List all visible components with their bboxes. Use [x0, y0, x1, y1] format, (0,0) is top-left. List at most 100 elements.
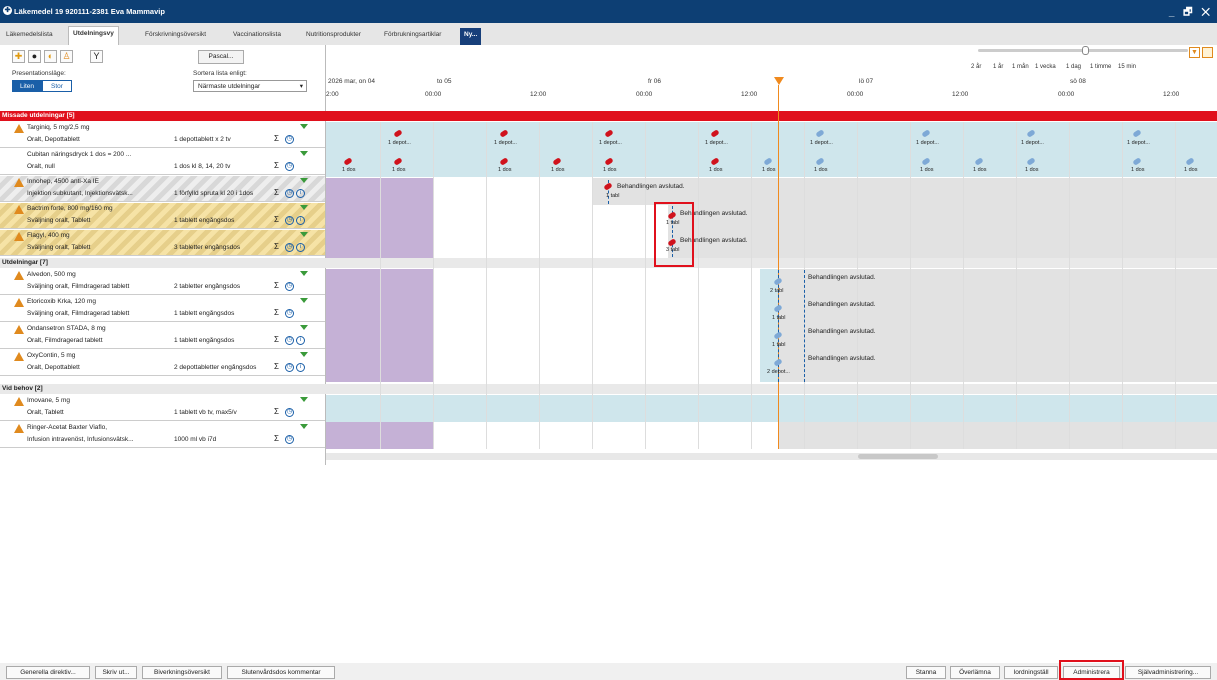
- info-icon[interactable]: i: [296, 216, 305, 225]
- tab-lakemedelslista[interactable]: Läkemedelslista: [2, 28, 57, 45]
- hour-label: 00:00: [1058, 91, 1075, 98]
- sum-icon[interactable]: Σ: [274, 434, 279, 443]
- sum-icon[interactable]: Σ: [274, 134, 279, 143]
- section-missade: Missade utdelningar [5]: [0, 111, 1217, 121]
- clock-icon[interactable]: ◷: [285, 435, 294, 444]
- clock-icon[interactable]: ◷: [285, 243, 294, 252]
- clock-icon[interactable]: ◷: [285, 309, 294, 318]
- pills-icon[interactable]: ●: [28, 50, 41, 63]
- expand-icon[interactable]: [300, 397, 308, 402]
- clock-icon[interactable]: ◷: [285, 282, 294, 291]
- add-icon[interactable]: ✚: [12, 50, 25, 63]
- med-row-etoricoxib[interactable]: Etoricoxib Krka, 120 mg Sväljning oralt,…: [0, 296, 325, 322]
- sum-icon[interactable]: Σ: [274, 188, 279, 197]
- calendar-icon[interactable]: [1202, 47, 1213, 58]
- zoom-label[interactable]: 1 vecka: [1035, 64, 1056, 70]
- med-row-ondansetron[interactable]: Ondansetron STADA, 8 mg Oralt, Filmdrage…: [0, 323, 325, 349]
- sum-icon[interactable]: Σ: [274, 335, 279, 344]
- clock-icon[interactable]: ◷: [285, 189, 294, 198]
- scrollbar-thumb[interactable]: [858, 454, 938, 459]
- dose-label: 1 dos: [1025, 167, 1039, 173]
- window-controls[interactable]: _ 🗗 ✕: [1169, 5, 1213, 22]
- med-row-targiniq[interactable]: Targiniq, 5 mg/2,5 mg Oralt, Depottablet…: [0, 122, 325, 148]
- med-dose: 1 tablett engångsdos: [174, 337, 235, 344]
- expand-icon[interactable]: [300, 178, 308, 183]
- tab-utdelningsvy[interactable]: Utdelningsvy: [68, 26, 119, 45]
- med-dose: 1000 ml vb i7d: [174, 436, 217, 443]
- med-row-imovane[interactable]: Imovane, 5 mg Oralt, Tablett 1 tablett v…: [0, 395, 325, 421]
- dose-label: 2 tabl: [770, 288, 784, 294]
- sum-icon[interactable]: Σ: [274, 281, 279, 290]
- info-icon[interactable]: i: [296, 363, 305, 372]
- presentation-label: Presentationsläge:: [12, 70, 66, 77]
- sum-icon[interactable]: Σ: [274, 362, 279, 371]
- med-row-alvedon[interactable]: Alvedon, 500 mg Sväljning oralt, Filmdra…: [0, 269, 325, 295]
- expand-icon[interactable]: [300, 325, 308, 330]
- expand-icon[interactable]: [300, 205, 308, 210]
- tab-nutritionsprodukter[interactable]: Nutritionsprodukter: [302, 28, 365, 45]
- med-row-ringer[interactable]: Ringer-Acetat Baxter Viaflo, Infusion in…: [0, 422, 325, 448]
- info-icon[interactable]: i: [296, 336, 305, 345]
- zoom-label[interactable]: 1 dag: [1066, 64, 1081, 70]
- zoom-slider-handle[interactable]: [1082, 46, 1089, 55]
- liten-toggle[interactable]: Liten: [12, 80, 42, 92]
- info-icon[interactable]: i: [296, 243, 305, 252]
- clock-icon[interactable]: ◷: [285, 363, 294, 372]
- iordningstall-button[interactable]: Iordningställ: [1004, 666, 1058, 679]
- clock-icon[interactable]: ◷: [285, 135, 294, 144]
- tab-vaccinationslista[interactable]: Vaccinationslista: [229, 28, 285, 45]
- stor-toggle[interactable]: Stor: [42, 80, 72, 92]
- expand-icon[interactable]: [300, 232, 308, 237]
- clock-icon[interactable]: ◷: [285, 216, 294, 225]
- generella-direktiv-button[interactable]: Generella direktiv...: [6, 666, 90, 679]
- med-row-flagyl[interactable]: Flagyl, 400 mg Sväljning oralt, Tablett …: [0, 230, 325, 256]
- filter-dropdown-icon[interactable]: ▼: [1189, 47, 1200, 58]
- biverkningsoversikt-button[interactable]: Biverkningsöversikt: [142, 666, 222, 679]
- expand-icon[interactable]: [300, 271, 308, 276]
- clock-icon[interactable]: ◐: [44, 50, 57, 63]
- med-dose: 3 tabletter engångsdos: [174, 244, 241, 251]
- sum-icon[interactable]: Σ: [274, 161, 279, 170]
- zoom-label[interactable]: 2 år: [971, 64, 981, 70]
- zoom-label[interactable]: 15 min: [1118, 64, 1136, 70]
- sum-icon[interactable]: Σ: [274, 215, 279, 224]
- dose-label: 1 dos: [973, 167, 987, 173]
- expand-icon[interactable]: [300, 424, 308, 429]
- sum-icon[interactable]: Σ: [274, 407, 279, 416]
- zoom-label[interactable]: 1 mån: [1012, 64, 1029, 70]
- clock-icon[interactable]: ◷: [285, 162, 294, 171]
- sum-icon[interactable]: Σ: [274, 308, 279, 317]
- tab-forbrukningsartiklar[interactable]: Förbrukningsartiklar: [380, 28, 445, 45]
- expand-icon[interactable]: [300, 298, 308, 303]
- overlamna-button[interactable]: Överlämna: [950, 666, 1000, 679]
- info-icon[interactable]: i: [296, 189, 305, 198]
- slutenvardsdos-kommentar-button[interactable]: Slutenvårdsdos kommentar: [227, 666, 335, 679]
- med-row-cubitan[interactable]: Cubitan näringsdryck 1 dos = 200 ... Ora…: [0, 149, 325, 175]
- grid-line: [698, 122, 699, 449]
- sum-icon[interactable]: Σ: [274, 242, 279, 251]
- clock-icon[interactable]: ◷: [285, 408, 294, 417]
- expand-icon[interactable]: [300, 124, 308, 129]
- pascal-button[interactable]: Pascal...: [198, 50, 244, 64]
- person-icon[interactable]: ♙: [60, 50, 73, 63]
- med-row-oxycontin[interactable]: OxyContin, 5 mg Oralt, Depottablett 2 de…: [0, 350, 325, 376]
- print-button[interactable]: Skriv ut...: [95, 666, 137, 679]
- med-row-bactrim[interactable]: Bactrim forte, 800 mg/160 mg Sväljning o…: [0, 203, 325, 229]
- tab-forskrivningsoversikt[interactable]: Förskrivningsöversikt: [141, 28, 210, 45]
- tab-new[interactable]: Ny...: [460, 28, 482, 45]
- grid-line: [645, 122, 646, 449]
- dose-label: 1 dos: [342, 167, 356, 173]
- filter-icon[interactable]: Y: [90, 50, 103, 63]
- expand-icon[interactable]: [300, 151, 308, 156]
- clock-icon[interactable]: ◷: [285, 336, 294, 345]
- zoom-label[interactable]: 1 timme: [1090, 64, 1111, 70]
- med-row-innohep[interactable]: Innohep, 4500 anti-Xa IE Injektion subku…: [0, 176, 325, 202]
- warning-icon: [14, 397, 24, 406]
- grid-line: [1122, 122, 1123, 449]
- zoom-label[interactable]: 1 år: [993, 64, 1003, 70]
- expand-icon[interactable]: [300, 352, 308, 357]
- sort-select[interactable]: Närmaste utdelningar ▾: [193, 80, 307, 92]
- horizontal-scrollbar[interactable]: [326, 453, 1217, 460]
- stanna-button[interactable]: Stanna: [906, 666, 946, 679]
- sjalvadministrering-button[interactable]: Självadministrering...: [1125, 666, 1211, 679]
